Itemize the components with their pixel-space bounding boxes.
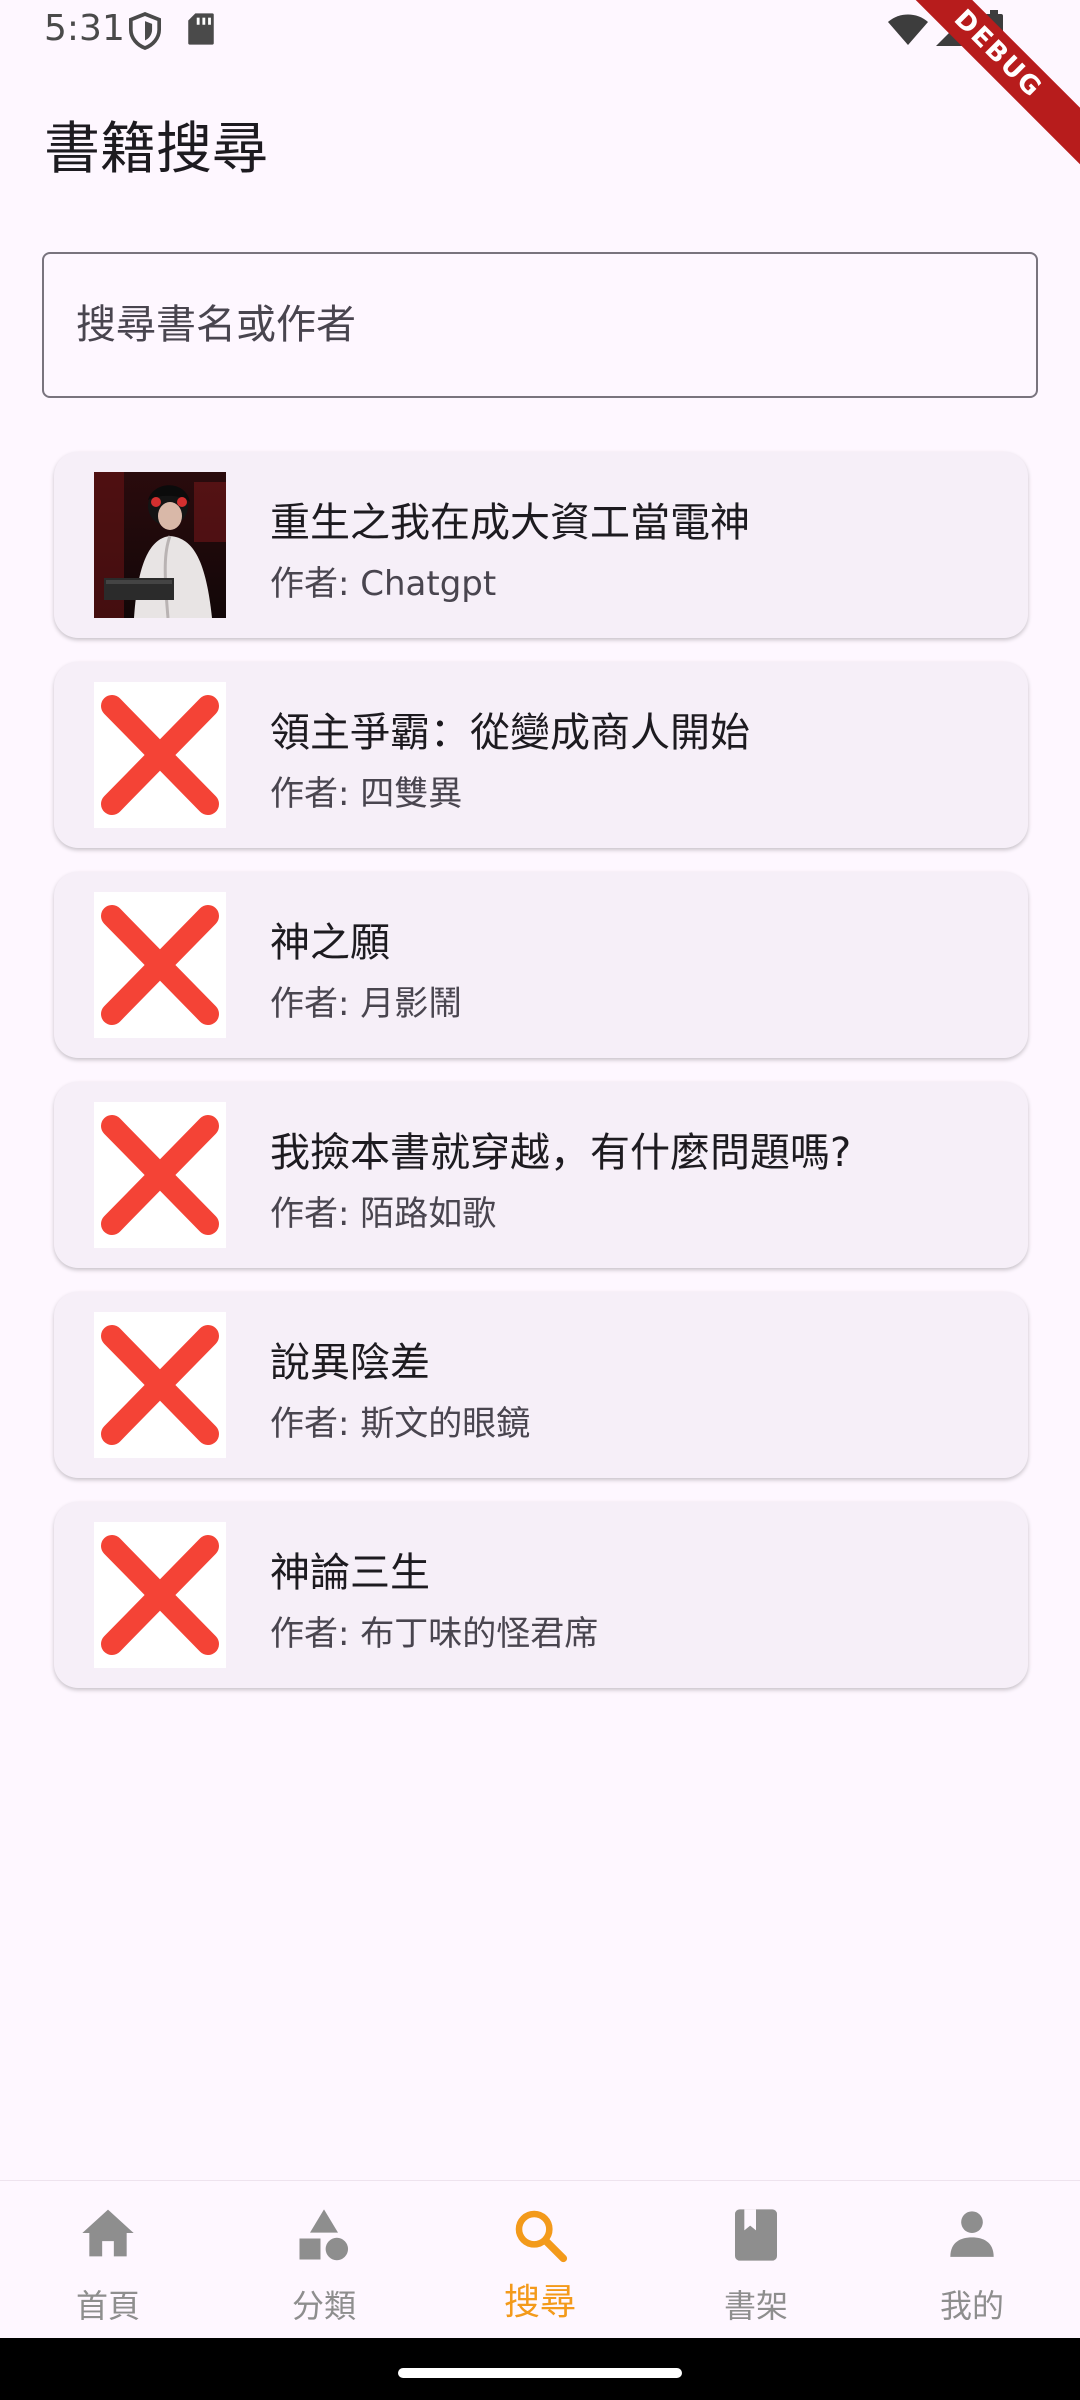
nav-label: 書架 [723,2287,788,2325]
book-title: 說異陰差 [270,1340,430,1386]
nav-item-profile[interactable]: 我的 [864,2181,1080,2338]
status-time: 5:31 [44,8,125,49]
search-field[interactable] [42,252,1038,398]
bottom-navigation: 首頁 分類 搜尋 書架 我的 [0,2180,1080,2338]
nav-item-bookshelf[interactable]: 書架 [648,2181,864,2338]
missing-image-icon [94,1522,226,1668]
nav-item-category[interactable]: 分類 [216,2181,432,2338]
book-title: 神論三生 [270,1550,430,1596]
book-author: 作者: Chatgpt [270,564,497,604]
nav-item-home[interactable]: 首頁 [0,2181,216,2338]
home-icon [80,2207,136,2263]
home-gesture-handle[interactable] [398,2368,682,2378]
nav-label: 分類 [291,2287,356,2325]
search-input[interactable] [44,254,1036,396]
bookmark-book-icon [731,2207,781,2267]
nav-label: 首頁 [75,2287,140,2325]
book-author: 作者: 布丁味的怪君席 [270,1614,599,1654]
book-cover-image [94,472,226,618]
book-card[interactable]: 重生之我在成大資工當電神 作者: Chatgpt [54,452,1028,638]
book-title: 重生之我在成大資工當電神 [270,500,750,546]
screen: 5:31 DEBUG 書籍搜尋 搜尋書名或作者 重生之我在成大資工當電神 作者:… [0,0,1080,2400]
missing-image-icon [94,1102,226,1248]
book-title: 我撿本書就穿越，有什麼問題嗎? [270,1130,852,1176]
book-author: 作者: 四雙異 [270,774,463,814]
search-icon [512,2207,568,2267]
nav-item-search[interactable]: 搜尋 [432,2181,648,2338]
missing-image-icon [94,892,226,1038]
book-title: 領主爭霸：從變成商人開始 [270,710,750,756]
book-author: 作者: 陌路如歌 [270,1194,497,1234]
nav-label: 搜尋 [503,2282,576,2323]
book-card[interactable]: 神論三生 作者: 布丁味的怪君席 [54,1502,1028,1688]
wifi-icon [888,14,928,50]
book-card[interactable]: 我撿本書就穿越，有什麼問題嗎? 作者: 陌路如歌 [54,1082,1028,1268]
person-icon [946,2207,998,2263]
book-card[interactable]: 說異陰差 作者: 斯文的眼鏡 [54,1292,1028,1478]
book-card[interactable]: 領主爭霸：從變成商人開始 作者: 四雙異 [54,662,1028,848]
category-icon [296,2207,352,2267]
status-bar: 5:31 DEBUG [0,0,1080,182]
nav-label: 我的 [939,2287,1004,2325]
missing-image-icon [94,682,226,828]
sd-card-icon [186,12,216,50]
book-card[interactable]: 神之願 作者: 月影鬧 [54,872,1028,1058]
book-author: 作者: 月影鬧 [270,984,463,1024]
book-list: 重生之我在成大資工當電神 作者: Chatgpt 領主爭霸：從變成商人開始 作者… [54,452,1028,1712]
book-author: 作者: 斯文的眼鏡 [270,1404,531,1444]
missing-image-icon [94,1312,226,1458]
page-title: 書籍搜尋 [44,117,268,182]
book-title: 神之願 [270,920,390,966]
shield-icon [128,12,162,54]
